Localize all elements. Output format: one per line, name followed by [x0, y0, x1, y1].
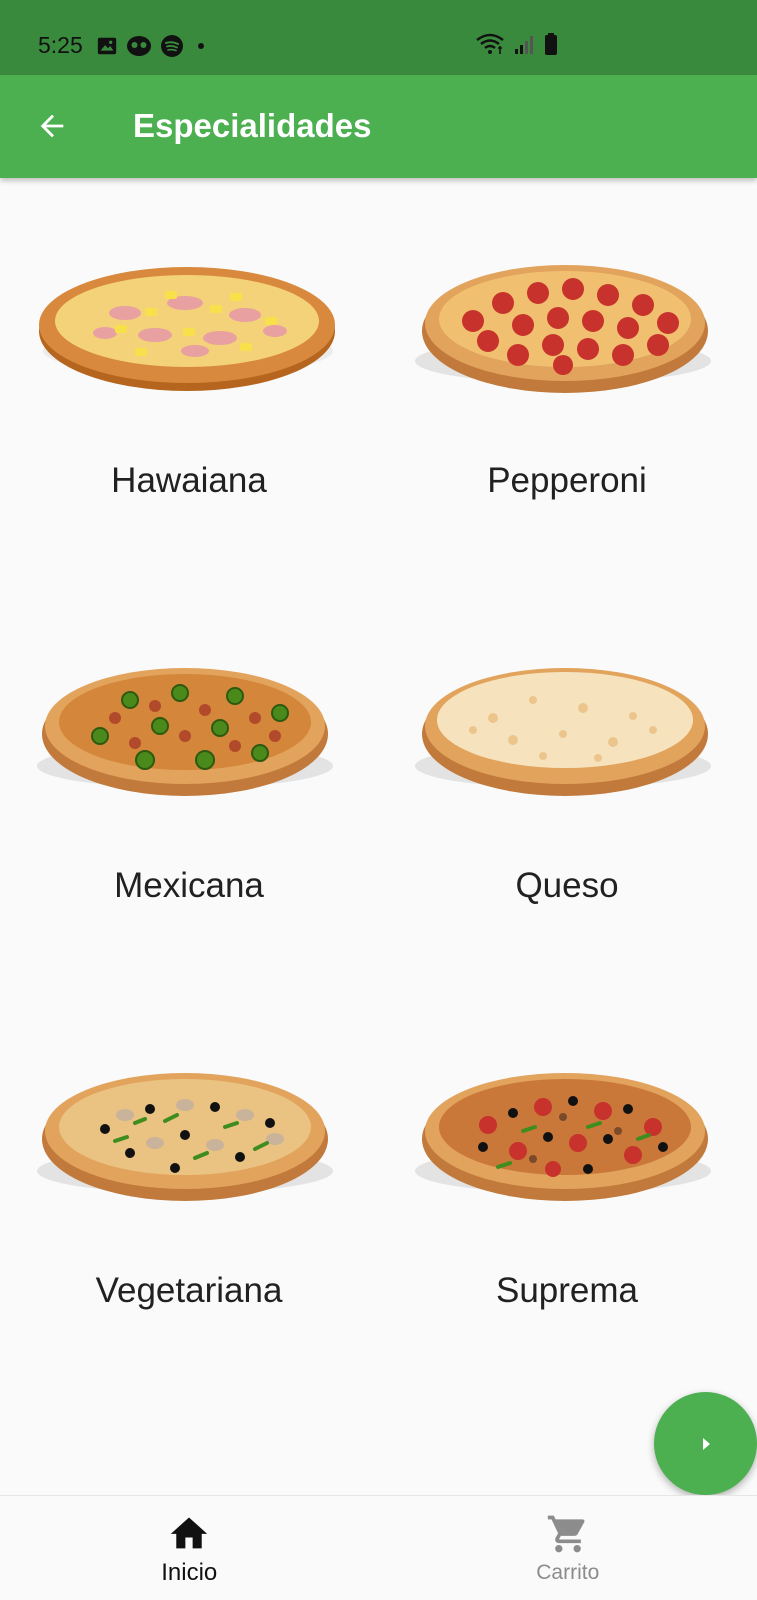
bottom-navigation: Inicio Carrito: [0, 1495, 757, 1600]
dot-icon: [192, 35, 210, 57]
specialty-card-vegetariana[interactable]: Vegetariana: [0, 988, 378, 1393]
status-notification-icons: [96, 34, 210, 58]
specialty-card-queso[interactable]: Queso: [378, 583, 756, 988]
wifi-icon: [475, 32, 505, 56]
nav-label: Carrito: [536, 1561, 600, 1584]
battery-icon: [543, 32, 559, 56]
nav-item-inicio[interactable]: Inicio: [0, 1496, 379, 1600]
status-time: 5:25: [38, 32, 83, 58]
next-fab-button[interactable]: [654, 1392, 757, 1495]
pizza-hawaiana-image: [39, 267, 335, 391]
nav-label: Inicio: [161, 1559, 218, 1586]
specialty-name: Pepperoni: [487, 461, 647, 500]
specialty-card-pepperoni[interactable]: Pepperoni: [378, 178, 756, 583]
pizza-queso-image: [415, 668, 711, 796]
app-bar: Especialidades: [0, 75, 757, 178]
signal-icon: [513, 33, 535, 55]
specialty-name: Suprema: [495, 1271, 639, 1310]
pizza-suprema-image: [415, 1073, 711, 1201]
pizza-pepperoni-image: [415, 265, 711, 393]
nav-item-carrito[interactable]: Carrito: [379, 1496, 757, 1600]
specialty-name: Vegetariana: [95, 1271, 283, 1310]
specialty-name: Mexicana: [114, 866, 264, 905]
specialty-card-hawaiana[interactable]: Hawaiana: [0, 178, 378, 583]
mask-icon: [126, 35, 152, 57]
specialty-name: Hawaiana: [111, 461, 267, 500]
spotify-icon: [160, 34, 184, 58]
specialty-card-suprema[interactable]: Suprema: [378, 988, 756, 1393]
specialty-card-mexicana[interactable]: Mexicana: [0, 583, 378, 988]
cart-icon: [546, 1512, 590, 1561]
back-button[interactable]: [28, 102, 76, 150]
image-icon: [96, 35, 118, 57]
pizza-mexicana-image: [37, 668, 333, 796]
arrow-left-icon: [40, 114, 64, 138]
specialty-name: Queso: [515, 866, 619, 905]
status-system-icons: [475, 32, 559, 56]
status-bar: 5:25: [0, 0, 757, 75]
page-title: Especialidades: [133, 107, 372, 144]
pizza-vegetariana-image: [37, 1073, 333, 1201]
home-icon: [167, 1512, 211, 1557]
play-arrow-icon: [702, 1437, 710, 1450]
specialties-grid: Hawaiana Pepperoni Mexicana Queso Vegeta…: [0, 178, 757, 1495]
